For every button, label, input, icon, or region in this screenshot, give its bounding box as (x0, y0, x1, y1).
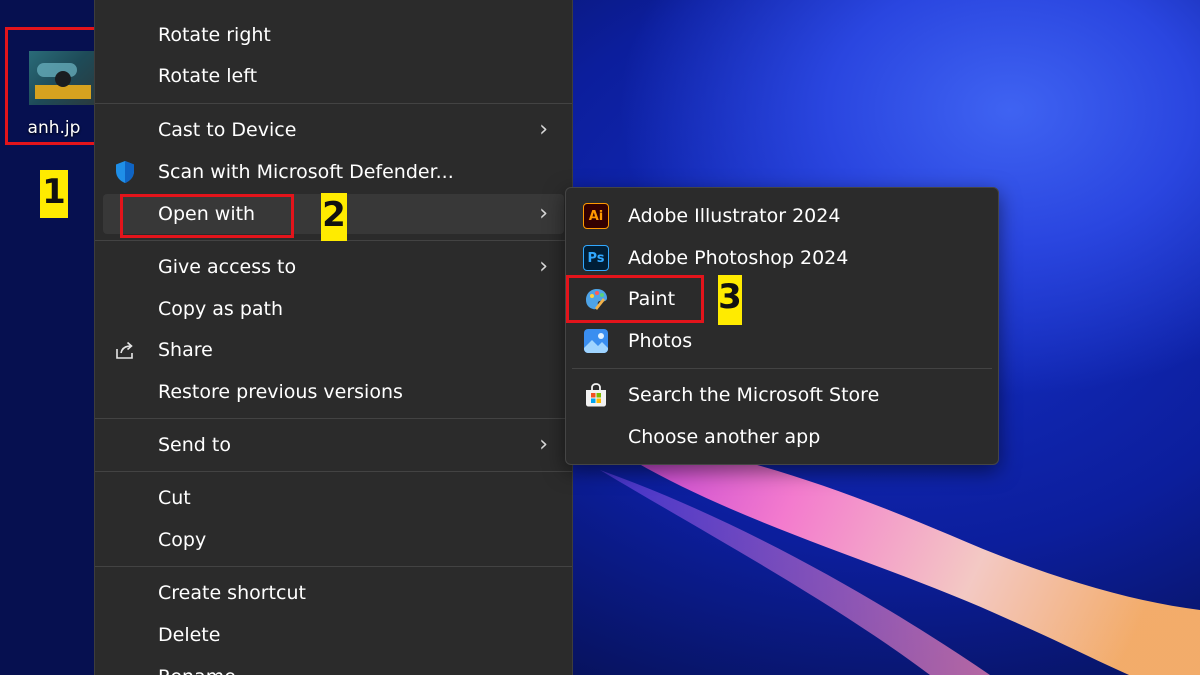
file-name-label: anh.jp (27, 118, 81, 138)
menu-item-label: Rotate right (158, 24, 271, 46)
menu-item-label: Adobe Photoshop 2024 (628, 247, 849, 269)
photos-icon (584, 329, 608, 353)
share-icon (116, 341, 133, 359)
submenu-item-photoshop[interactable]: Ps Adobe Photoshop 2024 (572, 238, 992, 278)
menu-item-send-to[interactable]: Send to › (103, 425, 564, 465)
step-badge-3: 3 (718, 275, 742, 325)
submenu-item-illustrator[interactable]: Ai Adobe Illustrator 2024 (572, 196, 992, 236)
menu-item-label: Choose another app (628, 426, 821, 448)
menu-divider (95, 103, 572, 104)
menu-item-copy[interactable]: Copy (103, 520, 564, 560)
chevron-right-icon: › (539, 201, 548, 226)
submenu-item-search-store[interactable]: Search the Microsoft Store (572, 375, 992, 415)
menu-divider (572, 368, 992, 369)
menu-item-label: Copy as path (158, 298, 284, 320)
menu-item-cast-to-device[interactable]: Cast to Device › (103, 110, 564, 150)
menu-item-rotate-right[interactable]: Rotate right (103, 15, 564, 55)
microsoft-store-icon (586, 383, 606, 407)
context-menu: Rotate right Rotate left Cast to Device … (94, 0, 573, 675)
menu-item-give-access[interactable]: Give access to › (103, 247, 564, 287)
menu-divider (95, 418, 572, 419)
menu-item-share[interactable]: Share (103, 330, 564, 370)
menu-item-label: Search the Microsoft Store (628, 384, 880, 406)
chevron-right-icon: › (539, 254, 548, 279)
menu-item-label: Cast to Device (158, 119, 297, 141)
menu-item-label: Open with (158, 203, 256, 225)
step-badge-1: 1 (40, 170, 68, 218)
adobe-illustrator-icon: Ai (583, 203, 609, 229)
menu-item-label: Photos (628, 330, 693, 352)
menu-item-create-shortcut[interactable]: Create shortcut (103, 573, 564, 613)
submenu-item-paint[interactable]: Paint (572, 279, 992, 319)
menu-item-label: Send to (158, 434, 231, 456)
menu-item-label: Delete (158, 624, 221, 646)
menu-item-label: Rotate left (158, 65, 258, 87)
submenu-item-choose-another-app[interactable]: Choose another app (572, 417, 992, 457)
menu-item-delete[interactable]: Delete (103, 615, 564, 655)
menu-item-label: Rename (158, 657, 236, 675)
image-thumbnail (29, 51, 95, 105)
chevron-right-icon: › (539, 117, 548, 142)
menu-item-scan-defender[interactable]: Scan with Microsoft Defender... (103, 152, 564, 192)
menu-item-label: Give access to (158, 256, 297, 278)
menu-divider (95, 566, 572, 567)
menu-item-label: Cut (158, 487, 191, 509)
menu-item-label: Adobe Illustrator 2024 (628, 205, 841, 227)
menu-item-rename[interactable]: Rename (103, 657, 564, 675)
step-badge-2: 2 (321, 193, 347, 241)
menu-item-copy-as-path[interactable]: Copy as path (103, 289, 564, 329)
menu-item-cut[interactable]: Cut (103, 478, 564, 518)
chevron-right-icon: › (539, 432, 548, 457)
menu-item-label: Copy (158, 529, 207, 551)
menu-item-label: Paint (628, 288, 676, 310)
menu-item-restore-versions[interactable]: Restore previous versions (103, 372, 564, 412)
menu-item-label: Restore previous versions (158, 381, 403, 403)
menu-item-label: Share (158, 339, 213, 361)
menu-item-label: Create shortcut (158, 582, 306, 604)
menu-item-rotate-left[interactable]: Rotate left (103, 56, 564, 96)
paint-icon (586, 289, 607, 310)
menu-item-label: Scan with Microsoft Defender... (158, 161, 454, 183)
submenu-item-photos[interactable]: Photos (572, 321, 992, 361)
defender-shield-icon (116, 161, 134, 183)
adobe-photoshop-icon: Ps (583, 245, 609, 271)
desktop-file-icon[interactable]: anh.jp (5, 27, 103, 145)
open-with-submenu: Ai Adobe Illustrator 2024 Ps Adobe Photo… (565, 187, 999, 465)
menu-divider (95, 471, 572, 472)
